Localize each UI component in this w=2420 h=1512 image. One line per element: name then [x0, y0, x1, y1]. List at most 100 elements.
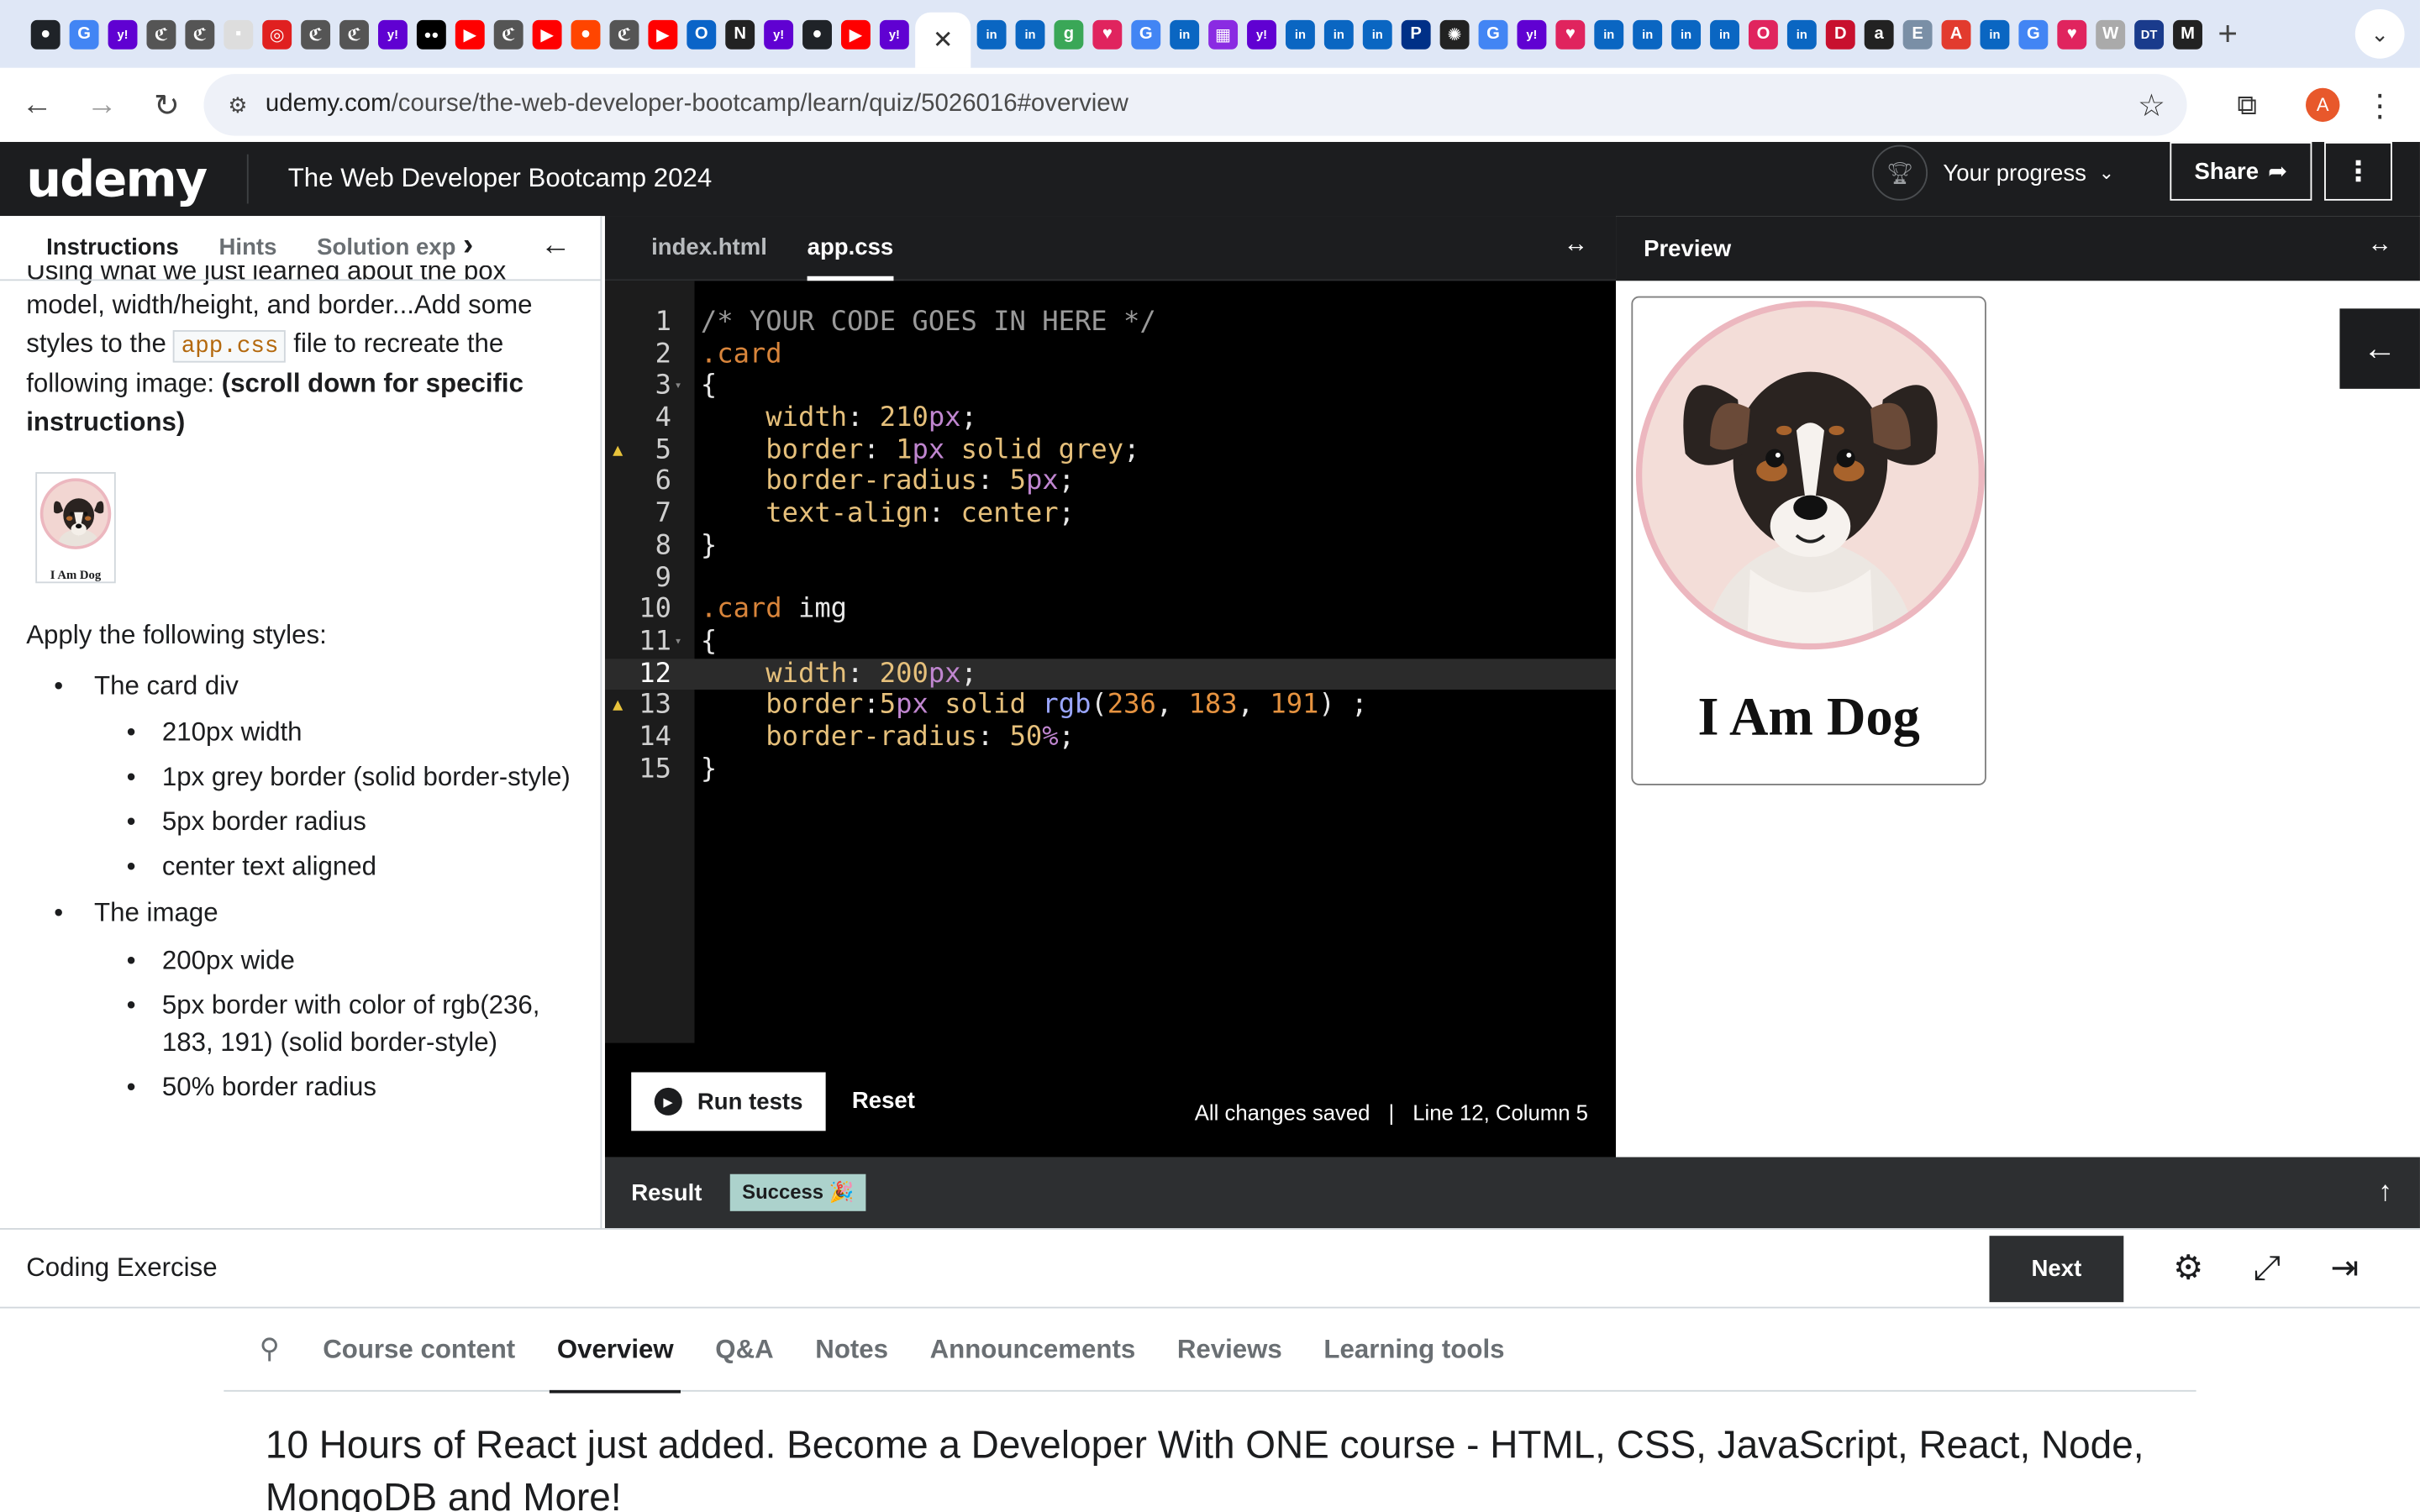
linkedin-icon[interactable]: in — [976, 18, 1007, 49]
medium-icon[interactable]: ●● — [416, 18, 446, 49]
chase-icon[interactable]: ℭ — [185, 18, 215, 49]
profile-avatar[interactable]: A — [2306, 87, 2340, 123]
flag-icon[interactable]: ▦ — [1208, 18, 1239, 49]
linkedin-icon[interactable]: in — [1015, 18, 1045, 49]
reddit-icon[interactable]: ● — [571, 18, 601, 49]
linkedin-icon[interactable]: in — [1170, 18, 1200, 49]
google-icon[interactable]: G — [2018, 18, 2049, 49]
udemy-logo[interactable]: udemy — [26, 150, 208, 208]
tab-overview[interactable]: Overview — [549, 1308, 681, 1393]
course-title[interactable]: The Web Developer Bootcamp 2024 — [288, 164, 713, 195]
share-button[interactable]: Share ➦ — [2170, 141, 2312, 201]
tab-course-content[interactable]: Course content — [323, 1308, 515, 1391]
youtube-icon[interactable]: ▶ — [455, 18, 485, 49]
next-button[interactable]: Next — [1989, 1236, 2124, 1303]
chase-icon[interactable]: ℭ — [609, 18, 639, 49]
w-icon[interactable]: W — [2096, 18, 2126, 49]
fullscreen-icon[interactable]: ⤢ — [2254, 1248, 2281, 1289]
tab-index-html[interactable]: index.html — [651, 215, 767, 280]
youtube-icon[interactable]: ▶ — [532, 18, 562, 49]
reset-button[interactable]: Reset — [852, 1088, 915, 1114]
forward-button[interactable]: → — [74, 77, 129, 133]
github-icon[interactable]: ● — [30, 18, 60, 49]
yahoo-icon[interactable]: y! — [108, 18, 138, 49]
linkedin-icon[interactable]: in — [1633, 18, 1663, 49]
active-tab[interactable]: ✕ — [915, 12, 971, 68]
chase-icon[interactable]: ℭ — [146, 18, 176, 49]
yahoo-icon[interactable]: y! — [377, 18, 408, 49]
youtube-icon[interactable]: ▶ — [648, 18, 678, 49]
gear-icon[interactable]: ⚙ — [2173, 1248, 2203, 1289]
collapse-panel-icon[interactable]: ← — [540, 228, 571, 264]
yahoo-icon[interactable]: y! — [1247, 18, 1276, 49]
opera-icon[interactable]: O — [1748, 18, 1778, 49]
tab-search-button[interactable]: ⌄ — [2354, 9, 2405, 59]
tab-hints[interactable]: Hints — [219, 234, 277, 260]
outlook-icon[interactable]: O — [687, 18, 717, 49]
google-icon[interactable]: G — [1131, 18, 1161, 49]
address-bar[interactable]: ⚙ udemy.com/course/the-web-developer-boo… — [203, 74, 2187, 136]
tab-qa[interactable]: Q&A — [715, 1308, 773, 1391]
fold-icon[interactable]: ▾ — [675, 626, 682, 658]
github-icon[interactable]: ● — [802, 18, 832, 49]
close-tab-icon[interactable]: ✕ — [933, 24, 954, 55]
progress-dropdown[interactable]: 🏆︎ Your progress ⌄ — [1871, 144, 2114, 201]
new-tab-button[interactable]: + — [2217, 14, 2238, 55]
openai-icon[interactable]: ✺ — [1439, 18, 1470, 49]
linkedin-icon[interactable]: in — [1786, 18, 1817, 49]
code-area[interactable]: 1/* YOUR CODE GOES IN HERE */ 2 .card 3 ▾{… — [604, 307, 1617, 786]
bookmark-star-icon[interactable]: ☆ — [2138, 87, 2165, 125]
arrow-up-icon[interactable]: ↑ — [2378, 1176, 2392, 1209]
adobe-icon[interactable]: A — [1941, 18, 1971, 49]
reload-button[interactable]: ↻ — [139, 77, 194, 133]
chase-icon[interactable]: ℭ — [493, 18, 523, 49]
target-icon[interactable]: ◎ — [262, 18, 292, 49]
expand-horizontal-icon[interactable]: ↔ — [2367, 232, 2391, 260]
linkedin-icon[interactable]: in — [1362, 18, 1392, 49]
tab-app-css[interactable]: app.css — [807, 215, 893, 281]
heart-icon[interactable]: ♥ — [1555, 18, 1586, 49]
d-icon[interactable]: D — [1825, 18, 1855, 49]
search-icon[interactable]: ⚲ — [260, 1333, 280, 1366]
linkedin-icon[interactable]: in — [1671, 18, 1702, 49]
fold-icon[interactable]: ▾ — [675, 370, 682, 402]
dans-icon[interactable]: DT — [2134, 18, 2165, 49]
tab-announcements[interactable]: Announcements — [930, 1308, 1136, 1391]
expand-horizontal-icon[interactable]: ↔ — [1564, 232, 1588, 260]
m-icon[interactable]: M — [2173, 18, 2202, 49]
chase-icon[interactable]: ℭ — [339, 18, 369, 49]
extensions-icon[interactable]: ⧉ — [2219, 77, 2275, 133]
google-icon[interactable]: G — [1478, 18, 1508, 49]
linkedin-icon[interactable]: in — [1710, 18, 1739, 49]
tab-learning-tools[interactable]: Learning tools — [1323, 1308, 1504, 1391]
linkedin-icon[interactable]: in — [1594, 18, 1624, 49]
linkedin-icon[interactable]: in — [1323, 18, 1354, 49]
collapse-icon[interactable]: ⇥ — [2330, 1248, 2359, 1289]
run-tests-button[interactable]: ▶ Run tests — [631, 1072, 826, 1131]
tab-solution-explanation[interactable]: Solution exp — [317, 234, 455, 260]
browser-menu-icon[interactable]: ⋮ — [2365, 86, 2396, 124]
yahoo-icon[interactable]: y! — [764, 18, 794, 49]
site-settings-icon[interactable]: ⚙ — [222, 90, 253, 121]
linkedin-icon[interactable]: in — [1285, 18, 1315, 49]
chase-icon[interactable]: ℭ — [301, 18, 331, 49]
paypal-icon[interactable]: P — [1401, 18, 1431, 49]
more-options-button[interactable]: ⋮ — [2324, 141, 2392, 201]
tab-notes[interactable]: Notes — [815, 1308, 888, 1391]
doc-icon[interactable]: ▪ — [224, 18, 254, 49]
chevron-right-icon[interactable]: › — [463, 228, 473, 264]
heart-icon[interactable]: ♥ — [1092, 18, 1123, 49]
tab-instructions[interactable]: Instructions — [46, 234, 179, 260]
notion-icon[interactable]: N — [725, 18, 755, 49]
yahoo-icon[interactable]: y! — [879, 18, 909, 49]
youtube-icon[interactable]: ▶ — [841, 18, 871, 49]
heart-icon[interactable]: ♥ — [2057, 18, 2087, 49]
amazon-icon[interactable]: a — [1864, 18, 1894, 49]
linkedin-icon[interactable]: in — [1980, 18, 2010, 49]
tab-reviews[interactable]: Reviews — [1177, 1308, 1282, 1391]
google-icon[interactable]: G — [69, 18, 99, 49]
gamma-icon[interactable]: g — [1054, 18, 1084, 49]
collapse-preview-button[interactable]: ← — [2339, 308, 2420, 389]
back-button[interactable]: ← — [9, 77, 65, 133]
yahoo-icon[interactable]: y! — [1517, 18, 1547, 49]
